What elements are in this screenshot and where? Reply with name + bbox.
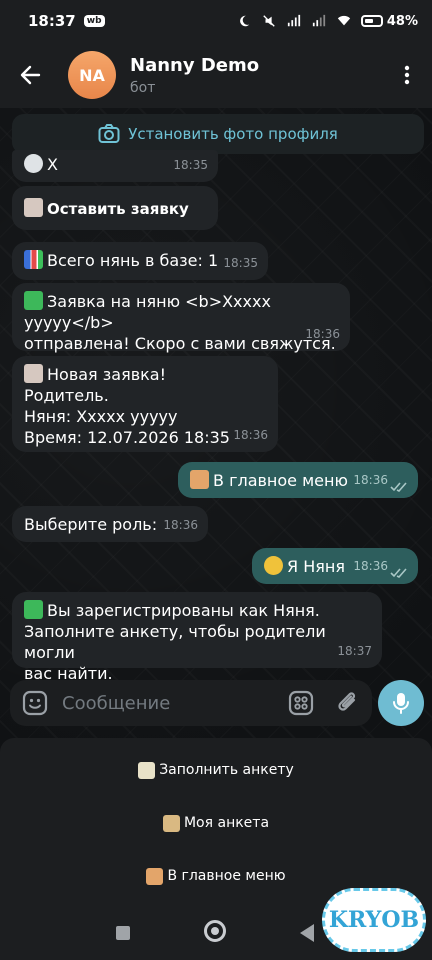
check-mark-icon — [24, 600, 43, 619]
house-icon — [190, 470, 209, 489]
outgoing-message-bubble[interactable]: Я Няня 18:36 — [252, 548, 418, 584]
message-time: 18:36 — [353, 473, 388, 487]
message-text: Выберите роль: — [24, 515, 158, 534]
avatar[interactable]: NA — [68, 51, 116, 99]
status-time: 18:37 — [28, 12, 76, 30]
message-text-line: Заполните анкету, чтобы родители могли — [24, 622, 326, 662]
message-text: X — [47, 155, 58, 174]
message-text: В главное меню — [213, 471, 348, 490]
bot-reply-keyboard: Заполнить анкету Моя анкета В главное ме… — [0, 738, 432, 906]
message-time: 18:36 — [163, 518, 198, 532]
bar-chart-icon — [24, 250, 43, 269]
wb-badge: wb — [83, 15, 105, 27]
message-text-line: Няня: Xxxxx yyyyy — [24, 407, 178, 426]
double-check-icon — [390, 482, 407, 492]
bot-keyboard-icon[interactable] — [288, 690, 314, 716]
home-button[interactable] — [204, 920, 226, 942]
message-bubble[interactable]: Новая заявка! Родитель. Няня: Xxxxx yyyy… — [12, 356, 278, 452]
message-time: 18:35 — [223, 256, 258, 270]
keyboard-button-label: Моя анкета — [183, 815, 270, 831]
signal-icon — [287, 14, 300, 27]
message-time: 18:35 — [173, 158, 208, 172]
outgoing-message-bubble[interactable]: В главное меню 18:36 — [178, 462, 418, 498]
envelope-icon — [24, 198, 43, 217]
message-text: Всего нянь в базе: 1 — [47, 251, 219, 270]
microphone-icon — [393, 693, 409, 714]
message-bubble[interactable]: Выберите роль: 18:36 — [12, 506, 208, 542]
message-text: Оставить заявку — [47, 200, 189, 218]
message-time: 18:37 — [337, 644, 372, 658]
avatar-initials: NA — [79, 65, 105, 85]
chat-header: NA Nanny Demo бот — [0, 42, 432, 108]
message-text: Я Няня — [287, 557, 345, 576]
moon-icon — [239, 15, 250, 27]
message-time: 18:36 — [233, 428, 268, 442]
message-bubble[interactable]: X 18:35 — [12, 150, 218, 182]
signal-icon-2 — [312, 14, 325, 27]
message-bubble[interactable]: Заявка на няню <b>Xxxxx yyyyy</b> отправ… — [12, 283, 350, 353]
more-menu-button[interactable] — [382, 42, 432, 108]
keyboard-button-label: В главное меню — [167, 868, 286, 884]
more-vertical-icon — [404, 65, 410, 85]
message-text-line: Родитель. — [24, 386, 109, 405]
attach-paperclip-icon[interactable] — [336, 690, 360, 716]
message-text-line: Время: 12.07.2026 18:35 — [24, 428, 230, 447]
recent-apps-button[interactable] — [116, 926, 130, 940]
chat-title-area[interactable]: Nanny Demo бот — [130, 55, 259, 96]
clipboard-icon — [162, 814, 180, 832]
camera-icon — [98, 124, 120, 143]
sticker-icon[interactable] — [22, 690, 48, 716]
keyboard-button-label: Заполнить анкету — [159, 762, 294, 778]
battery-percent: 48% — [386, 13, 418, 29]
mute-icon — [263, 15, 275, 27]
my-profile-button[interactable]: Моя анкета — [0, 797, 432, 849]
set-profile-photo-button[interactable]: Установить фото профиля — [12, 114, 424, 154]
battery-icon — [360, 15, 383, 27]
system-back-button[interactable] — [300, 924, 314, 942]
wifi-icon — [337, 15, 350, 26]
chat-subtitle: бот — [130, 79, 156, 96]
watermark-logo: KRYOB — [322, 888, 426, 952]
message-time: 18:36 — [353, 559, 388, 573]
speech-bubble-icon — [24, 154, 43, 173]
arrow-left-icon — [20, 65, 41, 85]
message-bubble[interactable]: Оставить заявку — [12, 186, 218, 230]
message-input[interactable] — [62, 692, 262, 714]
message-text-line: Вы зарегистрированы как Няня. — [47, 601, 320, 620]
message-bubble[interactable]: Всего нянь в базе: 1 18:35 — [12, 242, 268, 280]
house-icon — [146, 867, 164, 885]
envelope-icon — [24, 364, 43, 383]
message-text-line: отправлена! Скоро с вами свяжутся. — [24, 334, 336, 353]
back-button[interactable] — [0, 42, 60, 108]
message-time: 18:36 — [305, 327, 340, 341]
status-bar: 18:37 wb 48% — [0, 0, 432, 42]
watermark-text: KRYOB — [328, 907, 420, 933]
message-composer — [10, 680, 372, 726]
fill-profile-button[interactable]: Заполнить анкету — [0, 744, 432, 796]
set-profile-photo-label: Установить фото профиля — [128, 125, 338, 143]
memo-icon — [138, 761, 156, 779]
check-mark-icon — [24, 291, 43, 310]
message-text-line: Новая заявка! — [47, 365, 167, 384]
message-bubble[interactable]: Вы зарегистрированы как Няня. Заполните … — [12, 592, 382, 683]
double-check-icon — [390, 568, 407, 578]
voice-record-button[interactable] — [378, 680, 424, 726]
baby-face-icon — [264, 556, 283, 575]
chat-title: Nanny Demo — [130, 54, 260, 76]
message-text-line: Заявка на няню <b>Xxxxx yyyyy</b> — [24, 292, 271, 332]
